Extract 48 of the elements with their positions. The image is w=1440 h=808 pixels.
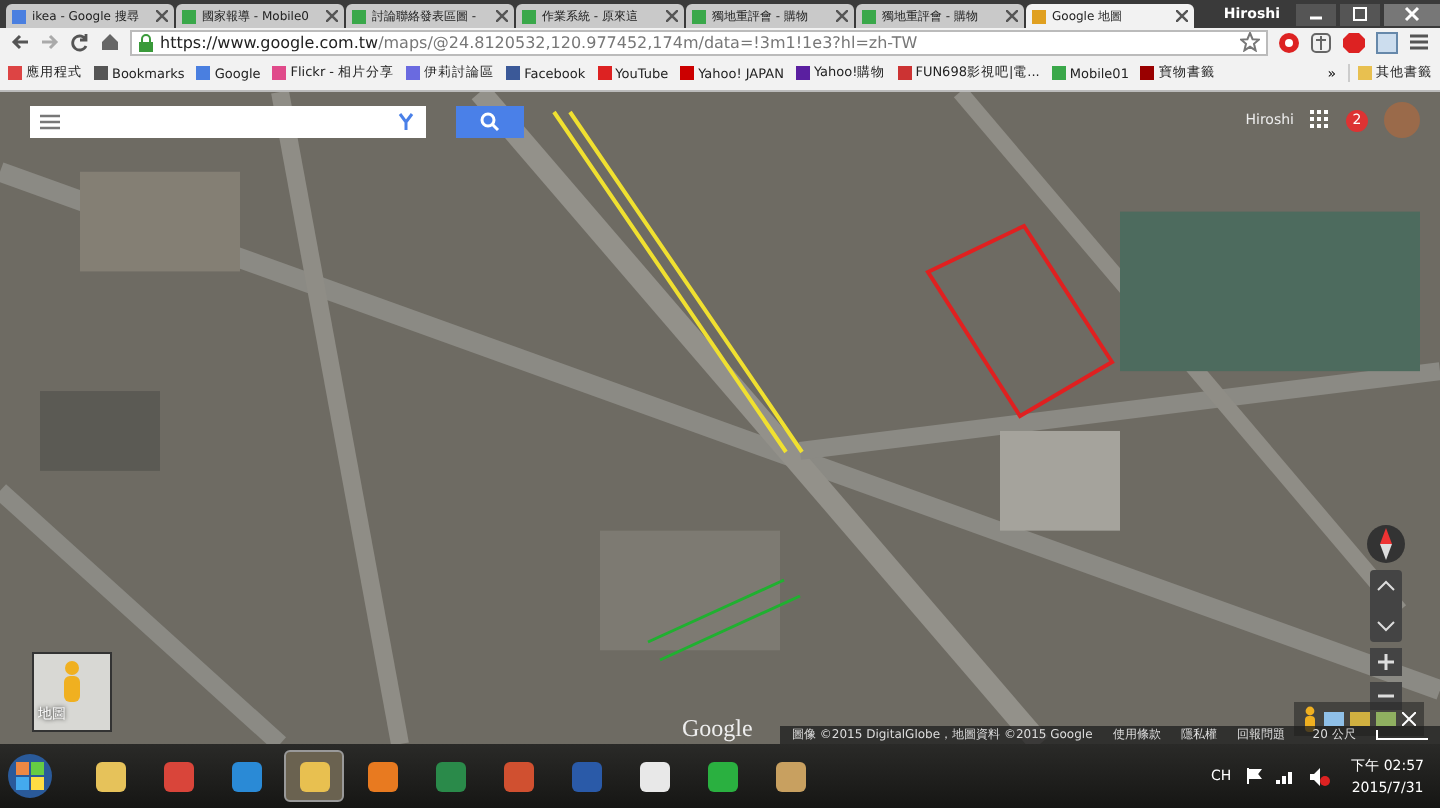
google-logo: Google	[682, 714, 753, 744]
home-icon[interactable]	[100, 32, 120, 52]
search-icon	[480, 112, 500, 132]
minimize-button[interactable]	[1296, 3, 1336, 25]
muted-speaker-icon[interactable]	[1309, 767, 1330, 785]
close-icon[interactable]	[496, 10, 508, 22]
url-text: https://www.google.com.tw/maps/@24.8120532,120.977452,174m/data=!3m1!1e3?hl=zh-TW	[160, 33, 920, 51]
back-icon[interactable]	[10, 32, 30, 52]
favicon-icon	[692, 9, 706, 23]
favicon-icon	[182, 9, 196, 23]
maximize-icon	[1352, 6, 1368, 22]
start-button[interactable]	[8, 754, 52, 798]
favicon-icon	[1032, 9, 1046, 23]
lock-icon	[138, 33, 154, 51]
pegman-icon	[58, 660, 86, 704]
close-icon[interactable]	[156, 10, 168, 22]
favicon-icon	[352, 9, 366, 23]
directions-icon[interactable]	[396, 112, 416, 132]
reload-icon[interactable]	[70, 32, 90, 52]
favicon-icon	[12, 9, 26, 23]
plus-icon	[1378, 654, 1394, 670]
rotate-controls-icon[interactable]	[1370, 570, 1402, 642]
compass-icon[interactable]	[1366, 524, 1406, 564]
star-icon[interactable]	[1240, 32, 1260, 52]
address-field[interactable]: https://www.google.com.tw/maps/@24.8120532,120.977452,174m/data=!3m1!1e3?hl=zh-TW	[130, 29, 1268, 55]
extension-icon[interactable]	[1376, 31, 1398, 53]
maximize-button[interactable]	[1340, 3, 1380, 25]
map-search-field[interactable]	[30, 106, 426, 138]
close-icon[interactable]	[1006, 10, 1018, 22]
adblock-icon[interactable]	[1342, 31, 1366, 53]
flag-icon[interactable]	[1245, 768, 1262, 784]
close-icon[interactable]	[836, 10, 848, 22]
menu-icon[interactable]	[40, 114, 60, 130]
close-icon[interactable]	[326, 10, 338, 22]
favicon-icon	[522, 9, 536, 23]
close-icon	[1404, 6, 1420, 22]
favicon-icon	[862, 9, 876, 23]
close-icon[interactable]	[1176, 10, 1188, 22]
scale-bar-icon	[1375, 730, 1428, 740]
record-icon[interactable]	[1278, 31, 1300, 53]
menu-icon[interactable]	[1408, 32, 1430, 52]
close-icon[interactable]	[666, 10, 678, 22]
search-button[interactable]	[456, 106, 524, 138]
close-button[interactable]	[1384, 3, 1440, 25]
signal-icon[interactable]	[1275, 768, 1296, 784]
apps-grid-icon[interactable]	[1310, 110, 1330, 130]
zoom-out-button[interactable]	[1370, 682, 1402, 710]
zoom-in-button[interactable]	[1370, 648, 1402, 676]
